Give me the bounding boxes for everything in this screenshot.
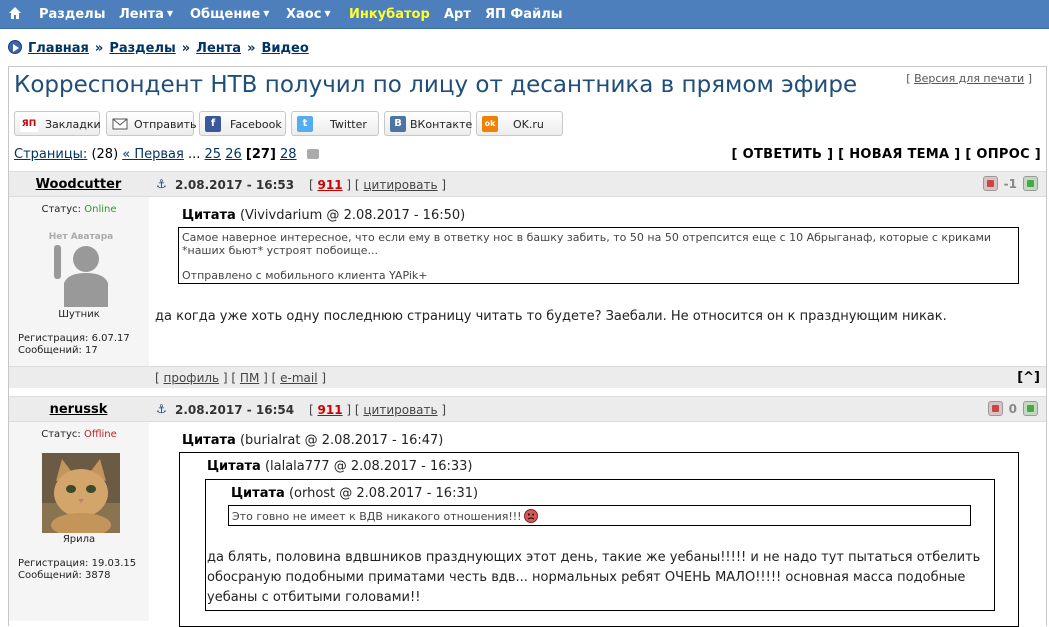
okru-button[interactable]: ok OK.ru [476, 111, 563, 136]
chevron-down-icon: ▼ [263, 9, 270, 18]
user-status: Статус: Online [41, 204, 117, 215]
thumb-up-icon[interactable] [1023, 176, 1038, 191]
user-msgs: Сообщений: 3878 [18, 570, 111, 581]
quote-text: *наших бьют* устроят побоище... [182, 244, 378, 257]
post-header: Woodcutter ⚓ 2.08.2017 - 16:53 [ 911 ] [… [9, 171, 1046, 197]
new-topic-button[interactable]: [ НОВАЯ ТЕМА ] [838, 147, 960, 162]
page-25-link[interactable]: 25 [205, 147, 222, 162]
quote-footer: Отправлено с мобильного клиента YAPik+ [182, 269, 428, 282]
nav-inkubator[interactable]: Инкубатор [349, 7, 430, 22]
avatar-placeholder-text: Нет Аватара [49, 232, 114, 242]
post-text: да когда уже хоть одну последнюю страниц… [155, 309, 947, 324]
vkontakte-button[interactable]: B ВКонтакте [384, 111, 472, 136]
quote-box: Цитата (lalala777 @ 2.08.2017 - 16:33) Ц… [179, 452, 1019, 627]
user-sidebar: Статус: Offline Ярила Регистрация: 19.03… [9, 422, 149, 621]
quote-text: обосраную подобными приматами честь вдв.… [207, 570, 966, 585]
angry-smiley-icon [524, 509, 538, 523]
pm-link[interactable]: ПМ [240, 371, 259, 385]
nav-yap-files[interactable]: ЯП Файлы [485, 7, 562, 22]
mail-icon [112, 118, 128, 130]
bullet-arrow-icon [8, 40, 22, 54]
post-date: 2.08.2017 - 16:54 [175, 403, 295, 417]
breadcrumb-video[interactable]: Видео [261, 41, 308, 56]
anchor-icon[interactable]: ⚓ [156, 402, 167, 416]
quote-text: Самое наверное интересное, что если ему … [182, 231, 992, 244]
poll-button[interactable]: [ ОПРОС ] [965, 147, 1041, 162]
nav-khaos[interactable]: Хаос ▼ [286, 7, 331, 22]
user-reg: Регистрация: 6.07.17 [18, 333, 130, 344]
facebook-button[interactable]: f Facebook [199, 111, 286, 136]
user-msgs: Сообщений: 17 [18, 345, 98, 356]
dropdown-icon[interactable] [306, 149, 319, 159]
breadcrumb: Главная» Разделы» Лента» Видео [8, 40, 309, 56]
chevron-down-icon: ▼ [324, 9, 331, 18]
cat-avatar-image [42, 453, 120, 533]
post-footer: [ профиль ] [ ПМ ] [ e-mail ] [^] [9, 366, 1046, 388]
post-rating: 0 [987, 401, 1038, 416]
breadcrumb-lenta[interactable]: Лента [196, 41, 241, 56]
anchor-icon[interactable]: ⚓ [156, 177, 167, 191]
post-author[interactable]: nerussk [9, 402, 148, 417]
quote-link[interactable]: цитировать [363, 403, 437, 417]
twitter-icon: t [297, 116, 313, 132]
quote-text: уебаны с отбитыми головами!! [207, 590, 421, 605]
nav-art[interactable]: Арт [444, 7, 471, 22]
quote-header: Цитата (lalala777 @ 2.08.2017 - 16:33) [207, 459, 473, 474]
quote-header: Цитата (orhost @ 2.08.2017 - 16:31) [231, 486, 479, 501]
nav-lenta[interactable]: Лента ▼ [119, 7, 173, 22]
quote-header: Цитата (Vivivdarium @ 2.08.2017 - 16:50) [182, 208, 466, 223]
user-reg: Регистрация: 19.03.15 [18, 558, 137, 569]
facebook-icon: f [205, 116, 221, 132]
top-navigation: Разделы Лента ▼ Общение ▼ Хаос ▼ Инкубатор … [0, 0, 1049, 29]
reply-button[interactable]: [ ОТВЕТИТЬ ] [732, 147, 834, 162]
breadcrumb-razdely[interactable]: Разделы [109, 41, 175, 56]
nav-obshchenie[interactable]: Общение ▼ [190, 7, 269, 22]
page-current: [27] [245, 147, 276, 162]
quote-text: да блять, половина вдвшников празднующих… [207, 550, 981, 565]
bookmarks-button[interactable]: ЯП Закладки [14, 111, 101, 136]
print-version-link[interactable]: [ Версия для печати ] [906, 72, 1032, 85]
user-status: Статус: Offline [41, 429, 117, 440]
post-author[interactable]: Woodcutter [9, 177, 148, 192]
email-link[interactable]: e-mail [280, 371, 317, 385]
thumb-down-icon[interactable] [987, 401, 1003, 416]
quote-header: Цитата (burialrat @ 2.08.2017 - 16:47) [182, 433, 444, 448]
pages-label[interactable]: Страницы: [14, 147, 87, 162]
post-date: 2.08.2017 - 16:53 [175, 178, 295, 192]
post-footer-links: [ профиль ] [ ПМ ] [ e-mail ] [155, 371, 327, 385]
pages-total: (28) [91, 147, 119, 162]
thumb-down-icon[interactable] [982, 176, 998, 191]
post-header: nerussk ⚓ 2.08.2017 - 16:54 [ 911 ] [ ци… [9, 396, 1046, 422]
post-rating: -1 [982, 176, 1038, 191]
user-sidebar: Статус: Online Нет Аватара Шутник Регист… [9, 197, 149, 366]
quote-text: Это говно не имеет к ВДВ никакого отноше… [232, 510, 522, 523]
quote-box: Цитата (orhost @ 2.08.2017 - 16:31) Это … [205, 479, 995, 611]
quote-box: Самое наверное интересное, что если ему … [178, 227, 1019, 284]
nav-razdely[interactable]: Разделы [39, 7, 105, 22]
no-avatar-image: Нет Аватара [42, 227, 120, 307]
thumb-up-icon[interactable] [1023, 401, 1038, 416]
page-first-link[interactable]: « Первая [122, 147, 184, 162]
post-number: [ 911 ] [ цитировать ] [309, 178, 447, 192]
ok-icon: ok [482, 116, 498, 132]
user-title: Шутник [58, 309, 100, 320]
page-28-link[interactable]: 28 [280, 147, 297, 162]
yap-logo-icon: ЯП [20, 116, 38, 132]
send-button[interactable]: Отправить [106, 111, 197, 136]
scroll-top-button[interactable]: [^] [1017, 370, 1040, 385]
vk-icon: B [390, 116, 406, 132]
home-icon[interactable] [8, 6, 22, 20]
pagination: Страницы: (28) « Первая ... 25 26 [27] 2… [14, 147, 319, 162]
page-title: Корреспондент НТВ получил по лицу от дес… [14, 72, 858, 98]
page-26-link[interactable]: 26 [225, 147, 242, 162]
user-title: Ярила [62, 534, 96, 545]
quote-link[interactable]: цитировать [363, 178, 437, 192]
profile-link[interactable]: профиль [164, 371, 220, 385]
quote-box: Это говно не имеет к ВДВ никакого отноше… [228, 505, 971, 526]
chevron-down-icon: ▼ [166, 9, 174, 18]
post-number: [ 911 ] [ цитировать ] [309, 403, 447, 417]
twitter-button[interactable]: t Twitter [291, 111, 379, 136]
breadcrumb-home[interactable]: Главная [28, 41, 89, 56]
topic-actions: [ ОТВЕТИТЬ ] [ НОВАЯ ТЕМА ] [ ОПРОС ] [732, 147, 1041, 162]
